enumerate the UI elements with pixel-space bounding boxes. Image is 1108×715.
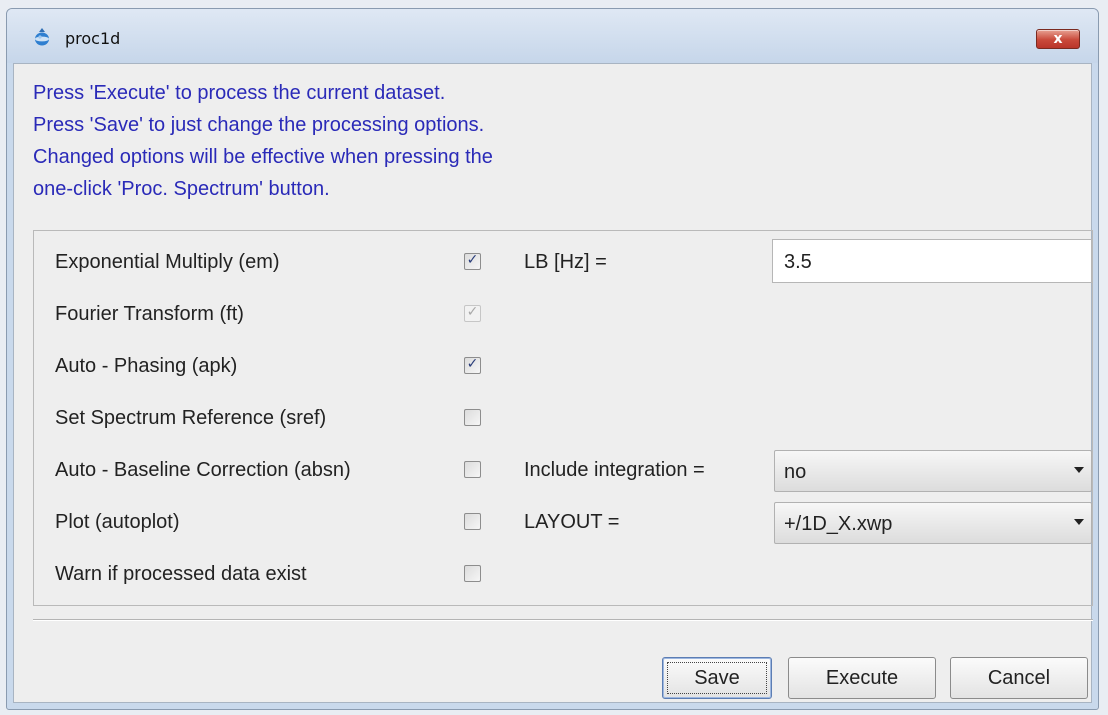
layout-label: LAYOUT =: [524, 511, 620, 533]
em-checkbox[interactable]: ✓: [464, 252, 481, 270]
checkmark-icon: ✓: [466, 252, 479, 268]
option-label-em: Exponential Multiply (em): [55, 251, 280, 273]
option-label-ft: Fourier Transform (ft): [55, 303, 244, 325]
close-button[interactable]: x: [1036, 29, 1080, 49]
option-row-autoplot: Plot (autoplot) LAYOUT = +/1D_X.xwp: [34, 502, 1092, 544]
layout-value: +/1D_X.xwp: [784, 513, 893, 535]
title-bar[interactable]: proc1d x: [7, 9, 1098, 63]
chevron-down-icon: [1074, 467, 1084, 473]
apk-checkbox[interactable]: ✓: [464, 356, 481, 374]
execute-button-label: Execute: [825, 667, 899, 689]
include-integration-select[interactable]: no: [774, 450, 1092, 492]
instruction-line: one-click 'Proc. Spectrum' button.: [33, 178, 330, 200]
app-icon: [35, 28, 49, 46]
sref-checkbox[interactable]: [464, 409, 481, 426]
option-row-apk: Auto - Phasing (apk) ✓: [34, 347, 1092, 387]
save-button[interactable]: Save: [662, 657, 772, 699]
options-panel: Exponential Multiply (em) ✓ LB [Hz] = 3.…: [33, 230, 1093, 606]
instruction-line: Press 'Execute' to process the current d…: [33, 82, 446, 104]
option-row-absn: Auto - Baseline Correction (absn) Includ…: [34, 450, 1092, 492]
option-label-autoplot: Plot (autoplot): [55, 511, 180, 533]
ft-checkbox: ✓: [464, 304, 481, 322]
option-label-sref: Set Spectrum Reference (sref): [55, 407, 327, 429]
warn-checkbox[interactable]: [464, 565, 481, 582]
include-integration-label: Include integration =: [524, 459, 705, 481]
autoplot-checkbox[interactable]: [464, 513, 481, 530]
option-row-em: Exponential Multiply (em) ✓ LB [Hz] = 3.…: [34, 239, 1092, 283]
option-row-warn: Warn if processed data exist: [34, 555, 1092, 595]
instructions-text: Press 'Execute' to process the current d…: [33, 77, 733, 205]
separator: [33, 619, 1093, 621]
absn-checkbox[interactable]: [464, 461, 481, 478]
execute-button[interactable]: Execute: [788, 657, 936, 699]
lb-label: LB [Hz] =: [524, 251, 607, 273]
cancel-button[interactable]: Cancel: [950, 657, 1088, 699]
dialog-content: Press 'Execute' to process the current d…: [13, 63, 1093, 703]
window-title: proc1d: [65, 29, 121, 48]
instruction-line: Changed options will be effective when p…: [33, 146, 493, 168]
instruction-line: Press 'Save' to just change the processi…: [33, 114, 485, 136]
cancel-button-label: Cancel: [987, 667, 1051, 689]
chevron-down-icon: [1074, 519, 1084, 525]
option-row-sref: Set Spectrum Reference (sref): [34, 399, 1092, 439]
close-icon: x: [1053, 31, 1063, 47]
option-row-ft: Fourier Transform (ft) ✓: [34, 295, 1092, 335]
layout-select[interactable]: +/1D_X.xwp: [774, 502, 1092, 544]
proc1d-dialog: proc1d x Press 'Execute' to process the …: [6, 8, 1099, 710]
option-label-apk: Auto - Phasing (apk): [55, 355, 238, 377]
lb-input[interactable]: 3.5: [772, 239, 1092, 283]
checkmark-icon: ✓: [466, 304, 479, 320]
save-button-label: Save: [694, 667, 740, 689]
option-label-warn: Warn if processed data exist: [55, 563, 307, 585]
checkmark-icon: ✓: [466, 356, 479, 372]
include-integration-value: no: [784, 461, 807, 483]
option-label-absn: Auto - Baseline Correction (absn): [55, 459, 351, 481]
